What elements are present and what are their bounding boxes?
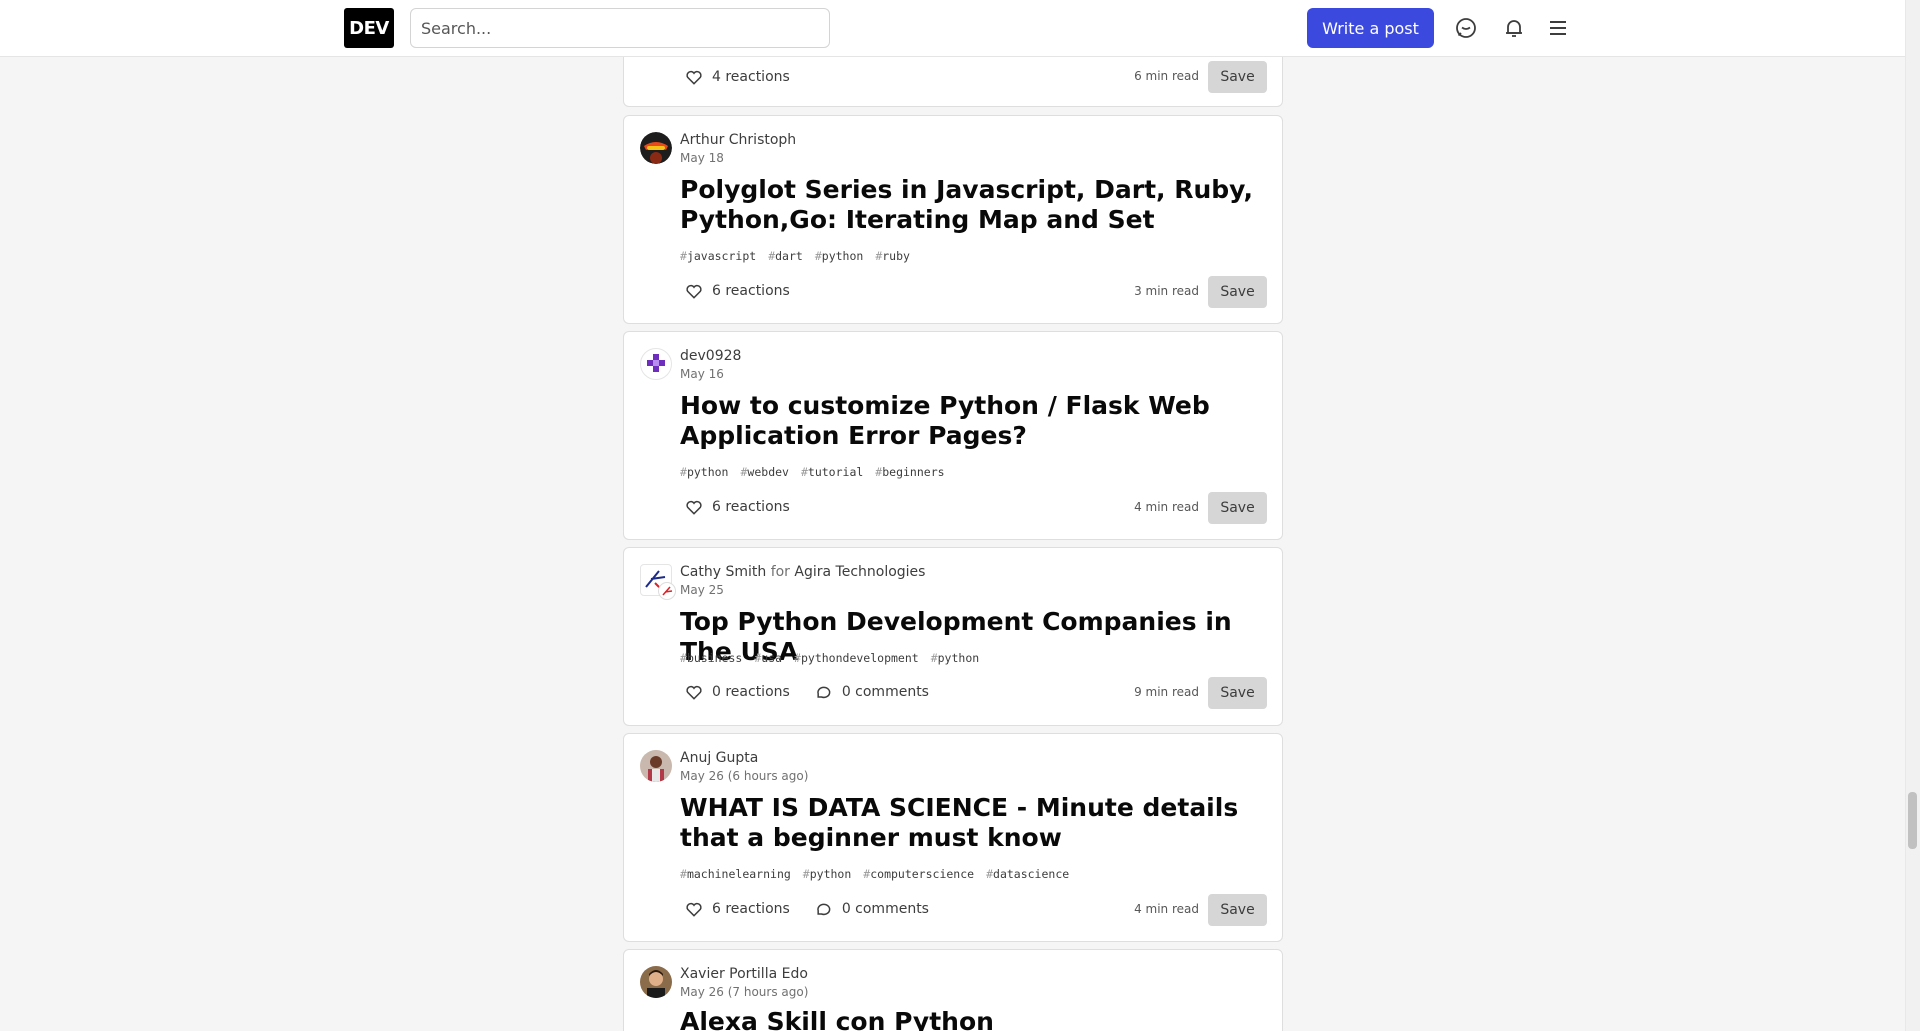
comments-count: 0 comments — [841, 901, 929, 917]
tag-list: #python #webdev #tutorial #beginners — [680, 465, 945, 479]
tag[interactable]: #python — [680, 465, 728, 479]
reactions-count: 4 reactions — [712, 69, 790, 85]
page-scrollbar[interactable] — [1905, 0, 1920, 1031]
author-line: Cathy Smith for Agira Technologies — [680, 564, 925, 580]
chat-icon[interactable] — [1453, 15, 1479, 41]
tag[interactable]: #webdev — [740, 465, 788, 479]
post-title[interactable]: Polyglot Series in Javascript, Dart, Rub… — [680, 175, 1270, 235]
post-card[interactable]: Xavier Portilla Edo May 26 (7 hours ago)… — [623, 949, 1283, 1031]
comment-icon — [817, 686, 831, 699]
tag-list: #machinelearning #python #computerscienc… — [680, 867, 1069, 881]
save-button[interactable]: Save — [1208, 492, 1267, 524]
reactions-count: 0 reactions — [712, 684, 790, 700]
reactions-button[interactable]: 0 reactions — [684, 682, 790, 702]
heart-icon — [686, 70, 702, 85]
avatar[interactable] — [640, 750, 672, 782]
reactions-button[interactable]: 4 reactions — [684, 67, 790, 87]
post-actions: 6 reactions — [680, 281, 790, 301]
tag[interactable]: #python — [931, 651, 979, 665]
tag[interactable]: #dart — [768, 249, 803, 263]
tag-list: #business #usa #pythondevelopment #pytho… — [680, 651, 979, 665]
reactions-button[interactable]: 6 reactions — [684, 497, 790, 517]
post-date: May 18 — [680, 151, 724, 165]
post-date: May 26 (7 hours ago) — [680, 985, 809, 999]
avatar[interactable] — [640, 132, 672, 164]
write-post-button[interactable]: Write a post — [1307, 8, 1434, 48]
post-card[interactable]: Arthur Christoph May 18 Polyglot Series … — [623, 115, 1283, 324]
post-actions: 0 reactions 0 comments — [680, 682, 929, 702]
post-date: May 25 — [680, 583, 724, 597]
reactions-count: 6 reactions — [712, 499, 790, 515]
dev-logo[interactable]: DEV — [344, 8, 394, 48]
read-time: 4 min read — [1134, 500, 1199, 514]
menu-icon[interactable] — [1545, 15, 1571, 41]
post-title[interactable]: WHAT IS DATA SCIENCE - Minute details th… — [680, 793, 1270, 853]
reactions-button[interactable]: 6 reactions — [684, 281, 790, 301]
tag[interactable]: #python — [803, 867, 851, 881]
save-button[interactable]: Save — [1208, 276, 1267, 308]
read-time: 9 min read — [1134, 685, 1199, 699]
reactions-count: 6 reactions — [712, 283, 790, 299]
post-card[interactable]: Anuj Gupta May 26 (6 hours ago) WHAT IS … — [623, 733, 1283, 942]
read-time: 6 min read — [1134, 69, 1199, 83]
tag[interactable]: #machinelearning — [680, 867, 791, 881]
save-button[interactable]: Save — [1208, 677, 1267, 709]
save-button[interactable]: Save — [1208, 61, 1267, 93]
tag[interactable]: #beginners — [875, 465, 944, 479]
author-name[interactable]: Cathy Smith — [680, 564, 766, 580]
tag[interactable]: #datascience — [986, 867, 1069, 881]
tag[interactable]: #ruby — [875, 249, 910, 263]
author-name[interactable]: Arthur Christoph — [680, 132, 796, 148]
tag[interactable]: #python — [815, 249, 863, 263]
comments-button[interactable]: 0 comments — [814, 899, 929, 919]
tag[interactable]: #pythondevelopment — [794, 651, 919, 665]
post-date: May 26 (6 hours ago) — [680, 769, 809, 783]
for-label: for — [770, 564, 790, 580]
tag[interactable]: #computerscience — [863, 867, 974, 881]
post-actions: 6 reactions — [680, 497, 790, 517]
read-time: 4 min read — [1134, 902, 1199, 916]
author-name[interactable]: Anuj Gupta — [680, 750, 758, 766]
heart-icon — [686, 284, 702, 299]
org-name[interactable]: Agira Technologies — [794, 564, 925, 580]
post-card[interactable]: dev0928 May 16 How to customize Python /… — [623, 331, 1283, 540]
author-name[interactable]: dev0928 — [680, 348, 741, 364]
avatar[interactable] — [640, 348, 672, 380]
read-time: 3 min read — [1134, 284, 1199, 298]
reactions-count: 6 reactions — [712, 901, 790, 917]
heart-icon — [686, 902, 702, 917]
post-title[interactable]: Alexa Skill con Python — [680, 1007, 1270, 1031]
post-date: May 16 — [680, 367, 724, 381]
comment-icon — [817, 903, 831, 916]
comments-count: 0 comments — [841, 684, 929, 700]
search-input[interactable] — [410, 8, 830, 48]
avatar[interactable] — [640, 966, 672, 998]
bell-icon[interactable] — [1501, 15, 1527, 41]
top-header: DEV Write a post — [0, 0, 1905, 57]
comments-button[interactable]: 0 comments — [814, 682, 929, 702]
author-name[interactable]: Xavier Portilla Edo — [680, 966, 808, 982]
post-title[interactable]: How to customize Python / Flask Web Appl… — [680, 391, 1270, 451]
scrollbar-thumb[interactable] — [1908, 792, 1917, 849]
tag[interactable]: #javascript — [680, 249, 756, 263]
heart-icon — [686, 500, 702, 515]
tag[interactable]: #business — [680, 651, 742, 665]
tag-list: #javascript #dart #python #ruby — [680, 249, 910, 263]
post-card[interactable]: Cathy Smith for Agira Technologies May 2… — [623, 547, 1283, 726]
post-actions: 6 reactions 0 comments — [680, 899, 929, 919]
reactions-button[interactable]: 6 reactions — [684, 899, 790, 919]
heart-icon — [686, 685, 702, 700]
save-button[interactable]: Save — [1208, 894, 1267, 926]
post-actions: 4 reactions — [680, 67, 790, 87]
tag[interactable]: #tutorial — [801, 465, 863, 479]
tag[interactable]: #usa — [754, 651, 782, 665]
author-avatar[interactable] — [658, 582, 676, 600]
